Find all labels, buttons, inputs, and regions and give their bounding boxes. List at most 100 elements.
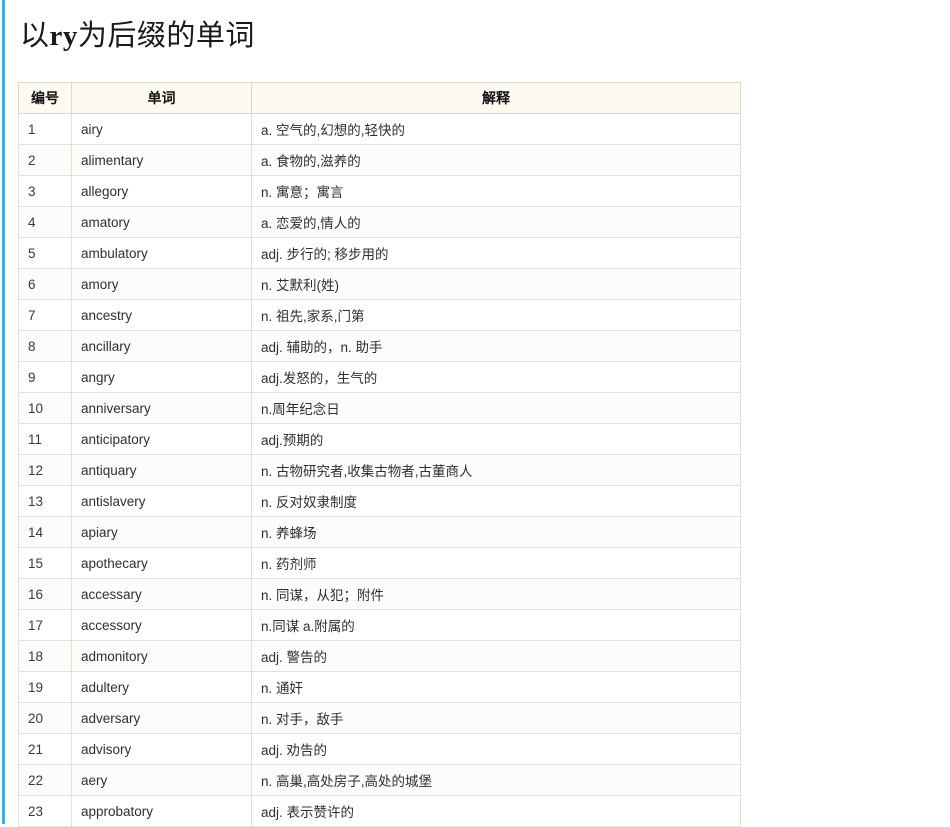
table-row: 23 approbatory adj. 表示赞许的 — [18, 795, 741, 827]
table-row: 12 antiquary n. 古物研究者,收集古物者,古董商人 — [18, 454, 741, 486]
cell-word: adversary — [71, 702, 252, 734]
cell-index: 19 — [18, 671, 72, 703]
cell-index: 13 — [18, 485, 72, 517]
cell-definition: adj. 表示赞许的 — [251, 795, 741, 827]
table-header-row: 编号 单词 解释 — [18, 82, 741, 114]
cell-word: apothecary — [71, 547, 252, 579]
cell-definition: adj. 辅助的，n. 助手 — [251, 330, 741, 362]
cell-definition: adj. 劝告的 — [251, 733, 741, 765]
word-table-container: 编号 单词 解释 1 airy a. 空气的,幻想的,轻快的 2 alimentary a… — [18, 82, 741, 827]
table-row: 13 antislavery n. 反对奴隶制度 — [18, 485, 741, 517]
cell-index: 2 — [18, 144, 72, 176]
cell-index: 21 — [18, 733, 72, 765]
cell-word: antiquary — [71, 454, 252, 486]
table-row: 22 aery n. 高巢,高处房子,高处的城堡 — [18, 764, 741, 796]
cell-definition: a. 恋爱的,情人的 — [251, 206, 741, 238]
cell-word: anticipatory — [71, 423, 252, 455]
cell-word: amatory — [71, 206, 252, 238]
cell-index: 18 — [18, 640, 72, 672]
cell-word: accessory — [71, 609, 252, 641]
table-row: 20 adversary n. 对手，敌手 — [18, 702, 741, 734]
cell-index: 20 — [18, 702, 72, 734]
cell-word: alimentary — [71, 144, 252, 176]
cell-word: ambulatory — [71, 237, 252, 269]
table-row: 21 advisory adj. 劝告的 — [18, 733, 741, 765]
cell-definition: n. 艾默利(姓) — [251, 268, 741, 300]
cell-definition: n.同谋 a.附属的 — [251, 609, 741, 641]
cell-index: 4 — [18, 206, 72, 238]
cell-definition: a. 空气的,幻想的,轻快的 — [251, 113, 741, 145]
table-row: 4 amatory a. 恋爱的,情人的 — [18, 206, 741, 238]
cell-definition: n. 古物研究者,收集古物者,古董商人 — [251, 454, 741, 486]
cell-word: accessary — [71, 578, 252, 610]
cell-definition: adj. 警告的 — [251, 640, 741, 672]
page-title-suffix: 为后缀的单词 — [77, 20, 255, 52]
table-row: 8 ancillary adj. 辅助的，n. 助手 — [18, 330, 741, 362]
cell-index: 7 — [18, 299, 72, 331]
table-row: 9 angry adj.发怒的，生气的 — [18, 361, 741, 393]
table-row: 5 ambulatory adj. 步行的; 移步用的 — [18, 237, 741, 269]
cell-word: antislavery — [71, 485, 252, 517]
cell-index: 9 — [18, 361, 72, 393]
column-header-no: 编号 — [18, 82, 72, 114]
cell-word: adultery — [71, 671, 252, 703]
cell-definition: n. 同谋，从犯；附件 — [251, 578, 741, 610]
table-row: 7 ancestry n. 祖先,家系,门第 — [18, 299, 741, 331]
cell-word: ancestry — [71, 299, 252, 331]
column-header-def: 解释 — [251, 82, 741, 114]
cell-index: 14 — [18, 516, 72, 548]
cell-word: apiary — [71, 516, 252, 548]
cell-word: aery — [71, 764, 252, 796]
cell-definition: n. 养蜂场 — [251, 516, 741, 548]
cell-word: allegory — [71, 175, 252, 207]
cell-word: admonitory — [71, 640, 252, 672]
table-row: 15 apothecary n. 药剂师 — [18, 547, 741, 579]
table-row: 6 amory n. 艾默利(姓) — [18, 268, 741, 300]
table-row: 3 allegory n. 寓意；寓言 — [18, 175, 741, 207]
page-title-latin: ry — [49, 20, 78, 52]
table-row: 19 adultery n. 通奸 — [18, 671, 741, 703]
cell-word: angry — [71, 361, 252, 393]
cell-word: airy — [71, 113, 252, 145]
column-header-word: 单词 — [71, 82, 252, 114]
cell-word: amory — [71, 268, 252, 300]
cell-definition: adj.预期的 — [251, 423, 741, 455]
cell-index: 22 — [18, 764, 72, 796]
cell-index: 15 — [18, 547, 72, 579]
table-row: 2 alimentary a. 食物的,滋养的 — [18, 144, 741, 176]
page-container: 以ry为后缀的单词 编号 单词 解释 1 airy a. 空气的,幻想的,轻快的 2 a… — [0, 0, 950, 827]
cell-definition: a. 食物的,滋养的 — [251, 144, 741, 176]
cell-word: approbatory — [71, 795, 252, 827]
page-title: 以ry为后缀的单词 — [18, 0, 950, 56]
cell-definition: n. 药剂师 — [251, 547, 741, 579]
cell-definition: n.周年纪念日 — [251, 392, 741, 424]
cell-definition: n. 祖先,家系,门第 — [251, 299, 741, 331]
table-row: 14 apiary n. 养蜂场 — [18, 516, 741, 548]
table-row: 11 anticipatory adj.预期的 — [18, 423, 741, 455]
cell-definition: n. 对手，敌手 — [251, 702, 741, 734]
cell-definition: adj. 步行的; 移步用的 — [251, 237, 741, 269]
cell-word: advisory — [71, 733, 252, 765]
cell-index: 11 — [18, 423, 72, 455]
cell-index: 12 — [18, 454, 72, 486]
cell-index: 10 — [18, 392, 72, 424]
table-row: 1 airy a. 空气的,幻想的,轻快的 — [18, 113, 741, 145]
cell-word: ancillary — [71, 330, 252, 362]
cell-word: anniversary — [71, 392, 252, 424]
cell-index: 5 — [18, 237, 72, 269]
cell-definition: n. 高巢,高处房子,高处的城堡 — [251, 764, 741, 796]
cell-definition: adj.发怒的，生气的 — [251, 361, 741, 393]
cell-definition: n. 寓意；寓言 — [251, 175, 741, 207]
cell-definition: n. 反对奴隶制度 — [251, 485, 741, 517]
table-header: 编号 单词 解释 — [18, 82, 741, 114]
cell-definition: n. 通奸 — [251, 671, 741, 703]
table-row: 17 accessory n.同谋 a.附属的 — [18, 609, 741, 641]
cell-index: 3 — [18, 175, 72, 207]
table-row: 16 accessary n. 同谋，从犯；附件 — [18, 578, 741, 610]
cell-index: 16 — [18, 578, 72, 610]
cell-index: 17 — [18, 609, 72, 641]
cell-index: 6 — [18, 268, 72, 300]
word-table: 编号 单词 解释 1 airy a. 空气的,幻想的,轻快的 2 alimentary a… — [18, 82, 741, 827]
cell-index: 8 — [18, 330, 72, 362]
table-body: 1 airy a. 空气的,幻想的,轻快的 2 alimentary a. 食物的,滋养的… — [18, 113, 741, 827]
